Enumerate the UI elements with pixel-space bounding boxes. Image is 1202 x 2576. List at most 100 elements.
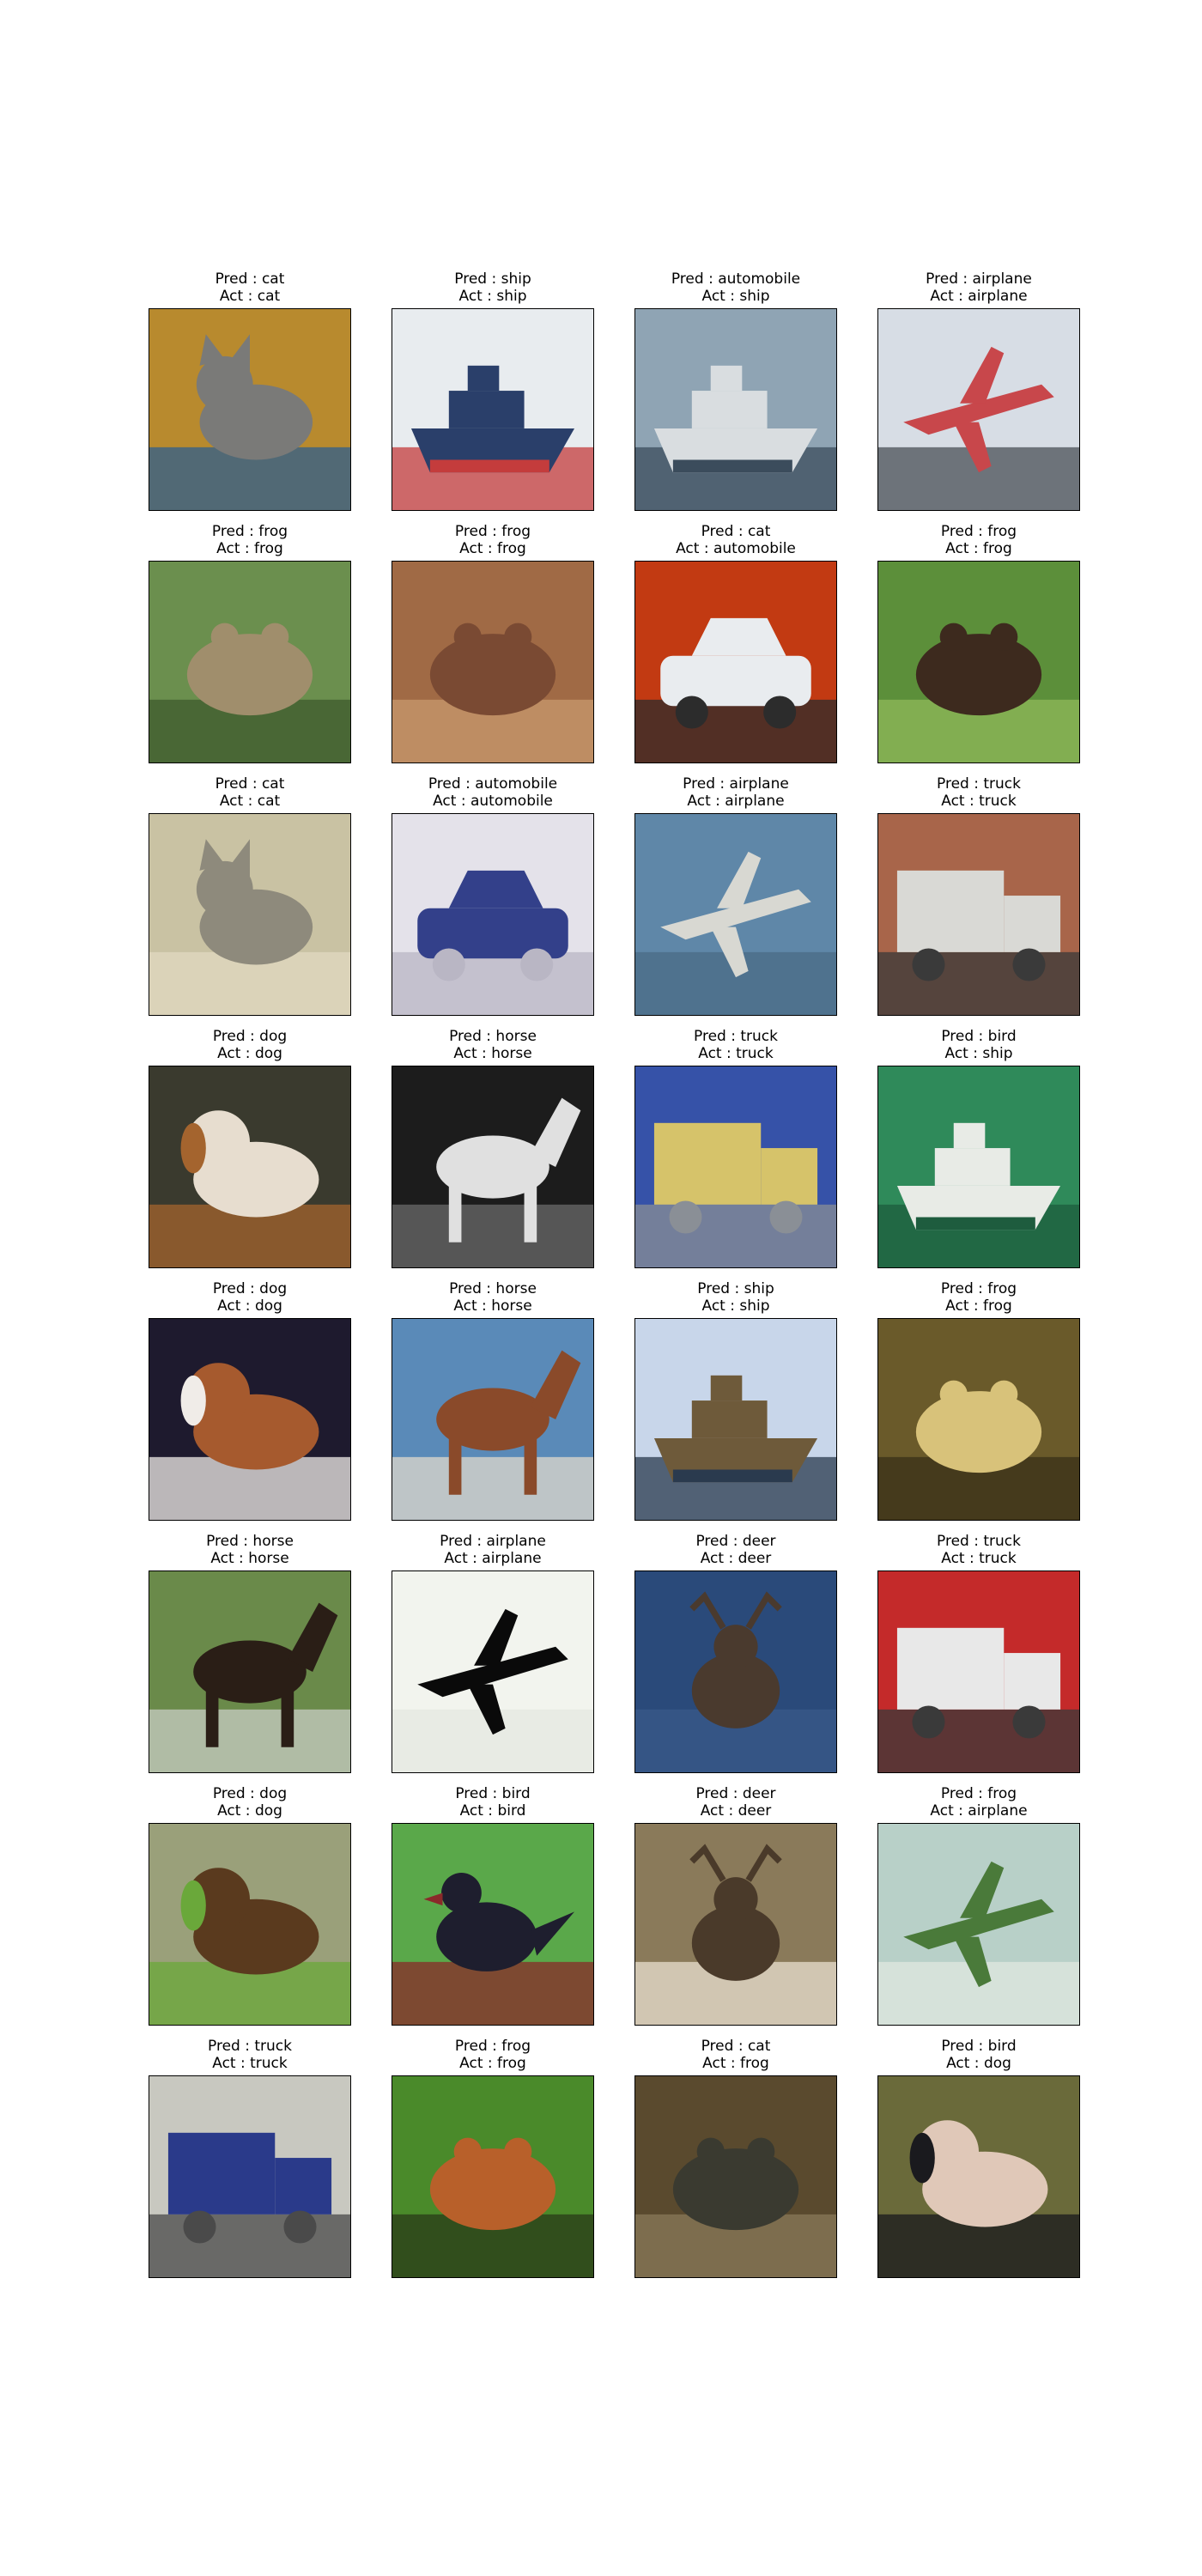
prediction-label: Pred : frog — [940, 1280, 1017, 1297]
image-cell-29: Pred : truck Act : truck — [149, 2038, 351, 2278]
airplane-photo-image — [878, 309, 1079, 510]
image-cell-22: Pred : airplane Act : airplane — [392, 1533, 594, 1773]
image-cell-12: Pred : truck Act : truck — [877, 775, 1080, 1016]
caption: Pred : horse Act : horse — [149, 1533, 351, 1571]
actual-label: Act : cat — [219, 288, 281, 305]
image-cell-21: Pred : horse Act : horse — [149, 1533, 351, 1773]
caption: Pred : frog Act : frog — [877, 523, 1080, 561]
actual-label: Act : truck — [212, 2055, 288, 2072]
image-cell-27: Pred : deer Act : deer — [634, 1785, 837, 2026]
prediction-label: Pred : cat — [215, 775, 285, 793]
caption: Pred : truck Act : truck — [149, 2038, 351, 2075]
deer-photo-image — [635, 1824, 836, 2025]
deer-photo-image — [635, 1571, 836, 1772]
actual-label: Act : horse — [453, 1297, 532, 1315]
frog-photo — [392, 2075, 594, 2278]
prediction-label: Pred : truck — [694, 1028, 778, 1045]
caption: Pred : airplane Act : airplane — [634, 775, 837, 813]
dog-photo-image — [149, 1824, 350, 2025]
prediction-grid: Pred : cat Act : cat Pred : ship Act : s… — [0, 0, 1202, 2576]
frog-photo — [877, 561, 1080, 763]
actual-label: Act : airplane — [930, 288, 1028, 305]
prediction-label: Pred : ship — [697, 1280, 774, 1297]
ship-photo — [634, 308, 837, 511]
ship-photo-image — [878, 1066, 1079, 1267]
horse-photo-image — [149, 1571, 350, 1772]
prediction-label: Pred : frog — [211, 523, 288, 540]
image-cell-9: Pred : cat Act : cat — [149, 775, 351, 1016]
caption: Pred : deer Act : deer — [634, 1785, 837, 1823]
ship-photo — [634, 1318, 837, 1521]
horse-photo — [392, 1318, 594, 1521]
prediction-label: Pred : airplane — [440, 1533, 546, 1550]
caption: Pred : truck Act : truck — [877, 1533, 1080, 1571]
bird-photo — [392, 1823, 594, 2026]
caption: Pred : automobile Act : ship — [634, 270, 837, 308]
actual-label: Act : ship — [701, 1297, 770, 1315]
image-cell-8: Pred : frog Act : frog — [877, 523, 1080, 763]
caption: Pred : dog Act : dog — [149, 1785, 351, 1823]
actual-label: Act : bird — [459, 1802, 526, 1820]
dog-photo-image — [149, 1066, 350, 1267]
prediction-label: Pred : frog — [454, 2038, 531, 2055]
prediction-label: Pred : dog — [212, 1280, 288, 1297]
actual-label: Act : frog — [945, 1297, 1012, 1315]
image-cell-26: Pred : bird Act : bird — [392, 1785, 594, 2026]
prediction-label: Pred : cat — [701, 2038, 771, 2055]
image-cell-17: Pred : dog Act : dog — [149, 1280, 351, 1521]
truck-photo — [877, 1571, 1080, 1773]
ship-photo-image — [635, 309, 836, 510]
airplane-photo — [634, 813, 837, 1016]
actual-label: Act : ship — [458, 288, 527, 305]
prediction-label: Pred : frog — [940, 1785, 1017, 1802]
ship-photo — [877, 1066, 1080, 1268]
prediction-label: Pred : truck — [208, 2038, 292, 2055]
prediction-label: Pred : frog — [454, 523, 531, 540]
prediction-label: Pred : horse — [206, 1533, 294, 1550]
prediction-label: Pred : horse — [449, 1028, 537, 1045]
image-cell-4: Pred : airplane Act : airplane — [877, 270, 1080, 511]
airplane-photo — [877, 308, 1080, 511]
caption: Pred : truck Act : truck — [634, 1028, 837, 1066]
prediction-label: Pred : automobile — [671, 270, 801, 288]
automobile-photo — [392, 813, 594, 1016]
image-cell-10: Pred : automobile Act : automobile — [392, 775, 594, 1016]
image-cell-24: Pred : truck Act : truck — [877, 1533, 1080, 1773]
frog-photo — [392, 561, 594, 763]
image-cell-30: Pred : frog Act : frog — [392, 2038, 594, 2278]
horse-photo-image — [392, 1319, 593, 1520]
prediction-label: Pred : deer — [695, 1785, 776, 1802]
actual-label: Act : airplane — [930, 1802, 1028, 1820]
frog-photo — [149, 561, 351, 763]
cat-photo — [149, 813, 351, 1016]
caption: Pred : cat Act : cat — [149, 775, 351, 813]
caption: Pred : deer Act : deer — [634, 1533, 837, 1571]
airplane-photo — [877, 1823, 1080, 2026]
truck-photo — [634, 1066, 837, 1268]
airplane-photo — [392, 1571, 594, 1773]
airplane-photo-image — [635, 814, 836, 1015]
actual-label: Act : dog — [946, 2055, 1011, 2072]
prediction-label: Pred : cat — [701, 523, 771, 540]
truck-photo-image — [635, 1066, 836, 1267]
image-cell-18: Pred : horse Act : horse — [392, 1280, 594, 1521]
image-cell-23: Pred : deer Act : deer — [634, 1533, 837, 1773]
image-cell-28: Pred : frog Act : airplane — [877, 1785, 1080, 2026]
cat-photo-image — [149, 814, 350, 1015]
caption: Pred : frog Act : airplane — [877, 1785, 1080, 1823]
image-cell-32: Pred : bird Act : dog — [877, 2038, 1080, 2278]
actual-label: Act : frog — [459, 2055, 526, 2072]
automobile-photo-image — [635, 562, 836, 762]
prediction-label: Pred : cat — [215, 270, 285, 288]
airplane-photo-image — [878, 1824, 1079, 2025]
frog-photo-image — [635, 2076, 836, 2277]
image-cell-25: Pred : dog Act : dog — [149, 1785, 351, 2026]
image-cell-14: Pred : horse Act : horse — [392, 1028, 594, 1268]
horse-photo-image — [392, 1066, 593, 1267]
caption: Pred : cat Act : frog — [634, 2038, 837, 2075]
image-cell-19: Pred : ship Act : ship — [634, 1280, 837, 1521]
actual-label: Act : frog — [702, 2055, 769, 2072]
image-cell-7: Pred : cat Act : automobile — [634, 523, 837, 763]
caption: Pred : dog Act : dog — [149, 1028, 351, 1066]
cat-photo — [149, 308, 351, 511]
